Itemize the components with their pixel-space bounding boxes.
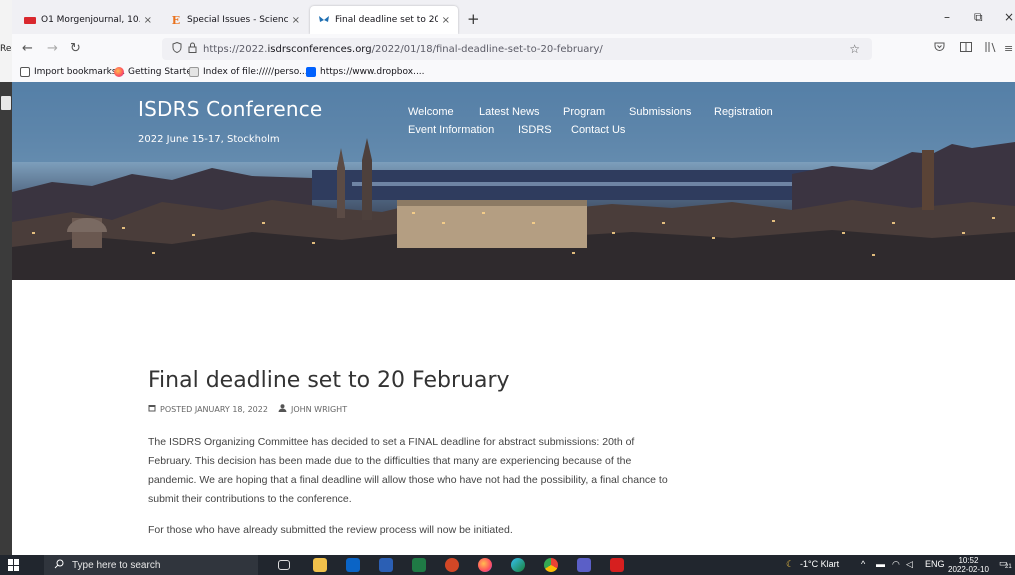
shield-icon[interactable] xyxy=(172,41,182,56)
clock-date: 2022-02-10 xyxy=(948,565,989,574)
import-icon xyxy=(20,67,30,77)
file-explorer-icon[interactable] xyxy=(313,558,327,572)
word-icon[interactable] xyxy=(379,558,393,572)
background-window-edge: Rea xyxy=(0,0,17,555)
menu-item-event-information[interactable]: Event Information xyxy=(408,124,494,136)
task-view-icon[interactable] xyxy=(278,560,290,570)
bookmark-dropbox[interactable]: https://www.dropbox.... xyxy=(306,67,425,77)
windows-taskbar: Type here to search ☾ -1°C Klart ^ ▬ ◠ ◁… xyxy=(0,555,1015,575)
post-date[interactable]: POSTED JANUARY 18, 2022 xyxy=(160,405,268,414)
tab-final-deadline[interactable]: Final deadline set to 20 Februar × xyxy=(310,6,458,34)
menu-item-contact-us[interactable]: Contact Us xyxy=(571,124,625,136)
taskbar-search[interactable]: Type here to search xyxy=(44,555,258,575)
tab-title: Final deadline set to 20 Februar xyxy=(335,15,438,25)
close-tab-icon[interactable]: × xyxy=(144,15,152,26)
email-icon xyxy=(24,16,36,24)
firefox-icon xyxy=(114,67,124,77)
menu-item-isdrs[interactable]: ISDRS xyxy=(518,124,552,136)
reader-view-icon[interactable] xyxy=(960,42,972,55)
site-title[interactable]: ISDRS Conference xyxy=(138,97,322,121)
show-hidden-icons-icon[interactable]: ^ xyxy=(861,559,865,569)
volume-icon[interactable]: ◁ xyxy=(906,559,913,570)
bookmark-import[interactable]: Import bookmarks... xyxy=(20,67,125,77)
menu-item-latest-news[interactable]: Latest News xyxy=(479,106,540,118)
dropbox-icon xyxy=(306,67,316,77)
folder-icon xyxy=(189,67,199,77)
firefox-taskbar-icon[interactable] xyxy=(478,558,492,572)
menu-item-welcome[interactable]: Welcome xyxy=(408,106,454,118)
language-indicator[interactable]: ENG xyxy=(925,559,945,569)
search-placeholder: Type here to search xyxy=(72,559,161,571)
tab-title: O1 Morgenjournal, 10.02. | O1 | xyxy=(41,15,140,25)
menu-item-program[interactable]: Program xyxy=(563,106,605,118)
edge-icon[interactable] xyxy=(511,558,525,572)
weather-text[interactable]: -1°C Klart xyxy=(800,559,839,569)
taskbar-clock[interactable]: 10:52 2022-02-10 xyxy=(948,556,989,574)
background-window-toolbar xyxy=(0,0,12,82)
tab-bar: O1 Morgenjournal, 10.02. | O1 | × E Spec… xyxy=(12,0,1015,34)
bookmark-label: Import bookmarks... xyxy=(34,67,126,77)
forward-button[interactable]: → xyxy=(47,41,58,56)
tab-title: Special Issues - Science of the T xyxy=(187,15,288,25)
bookmark-index-of-file[interactable]: Index of file://///perso... xyxy=(189,67,308,77)
close-tab-icon[interactable]: × xyxy=(292,15,300,26)
calendar-icon xyxy=(148,404,156,415)
post-author[interactable]: JOHN WRIGHT xyxy=(291,405,347,414)
library-icon[interactable] xyxy=(984,42,996,55)
windows-start-icon[interactable] xyxy=(8,559,20,571)
notification-count: 21 xyxy=(1005,564,1012,570)
menu-item-registration[interactable]: Registration xyxy=(714,106,773,118)
navigation-toolbar: ← → ↻ https://2022. isdrsconferences.org /… xyxy=(12,34,1015,64)
restore-button[interactable]: ⧉ xyxy=(974,10,983,25)
close-window-button[interactable]: × xyxy=(1004,10,1014,24)
post-paragraph-1: The ISDRS Organizing Committee has decid… xyxy=(148,436,668,505)
clock-time: 10:52 xyxy=(958,556,979,565)
bookmark-label: https://www.dropbox.... xyxy=(320,67,425,77)
elsevier-icon: E xyxy=(171,13,181,27)
battery-icon[interactable]: ▬ xyxy=(876,559,885,569)
user-icon xyxy=(278,404,287,415)
powerpoint-icon[interactable] xyxy=(445,558,459,572)
moon-weather-icon: ☾ xyxy=(786,559,795,569)
bookmark-label: Getting Started xyxy=(128,67,198,77)
tab-special-issues[interactable]: E Special Issues - Science of the T × xyxy=(162,6,308,34)
wifi-icon[interactable]: ◠ xyxy=(892,559,900,570)
hero-banner: ISDRS Conference 2022 June 15-17, Stockh… xyxy=(12,82,1015,280)
address-bar[interactable]: https://2022. isdrsconferences.org/2022/0… xyxy=(162,38,872,60)
bookmark-star-icon[interactable]: ☆ xyxy=(849,42,860,56)
bookmark-label: Index of file://///perso... xyxy=(203,67,308,77)
post-title: Final deadline set to 20 February xyxy=(148,368,510,393)
menu-icon[interactable]: ≡ xyxy=(1004,42,1013,55)
post-paragraph-2: For those who have already submitted the… xyxy=(148,524,513,536)
minimize-button[interactable]: – xyxy=(944,10,950,24)
post-meta: POSTED JANUARY 18, 2022 JOHN WRIGHT xyxy=(148,404,347,415)
menu-item-submissions[interactable]: Submissions xyxy=(629,106,691,118)
pocket-icon[interactable] xyxy=(934,42,945,55)
chrome-icon[interactable] xyxy=(544,558,558,572)
excel-icon[interactable] xyxy=(412,558,426,572)
reload-button[interactable]: ↻ xyxy=(70,41,81,56)
tab-o1-morgenjournal[interactable]: O1 Morgenjournal, 10.02. | O1 | × xyxy=(16,6,160,34)
butterfly-icon xyxy=(318,15,330,25)
site-subtitle: 2022 June 15-17, Stockholm xyxy=(138,134,280,145)
bookmark-getting-started[interactable]: Getting Started xyxy=(114,67,198,77)
page-viewport: ISDRS Conference 2022 June 15-17, Stockh… xyxy=(12,82,1015,555)
printer-icon[interactable] xyxy=(1,96,11,110)
outlook-icon[interactable] xyxy=(346,558,360,572)
back-button[interactable]: ← xyxy=(22,41,33,56)
url-path: /2022/01/18/final-deadline-set-to-20-feb… xyxy=(371,43,603,55)
teams-icon[interactable] xyxy=(577,558,591,572)
url-prefix: https://2022. xyxy=(203,43,268,55)
new-tab-button[interactable]: + xyxy=(467,10,480,28)
close-tab-icon[interactable]: × xyxy=(442,15,450,26)
search-icon xyxy=(54,559,64,572)
lock-icon[interactable] xyxy=(188,42,197,56)
url-host: isdrsconferences.org xyxy=(267,43,372,55)
bookmarks-bar: Import bookmarks... Getting Started Inde… xyxy=(12,64,1015,82)
acrobat-icon[interactable] xyxy=(610,558,624,572)
